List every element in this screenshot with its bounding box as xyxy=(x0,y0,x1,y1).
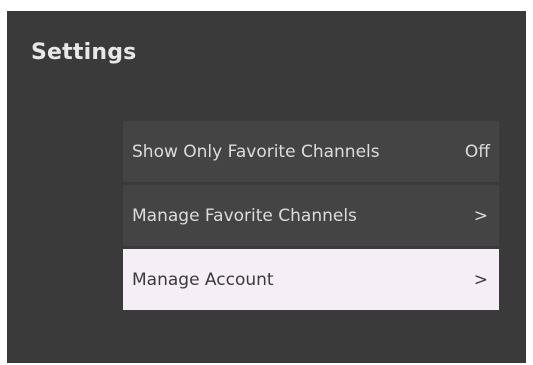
menu-item-label: Manage Favorite Channels xyxy=(132,205,357,226)
menu-item-label: Manage Account xyxy=(132,269,274,290)
setting-value: Off xyxy=(464,141,490,162)
menu-item-manage-favorite-channels[interactable]: Manage Favorite Channels > xyxy=(123,185,499,246)
menu-item-manage-account[interactable]: Manage Account > xyxy=(123,249,499,310)
chevron-right-icon: > xyxy=(473,205,488,226)
settings-menu: Show Only Favorite Channels Off Manage F… xyxy=(123,121,499,313)
menu-item-label: Show Only Favorite Channels xyxy=(132,141,380,162)
settings-screen: Settings Show Only Favorite Channels Off… xyxy=(7,11,526,363)
menu-item-show-only-favorite-channels[interactable]: Show Only Favorite Channels Off xyxy=(123,121,499,182)
page-title: Settings xyxy=(31,40,137,65)
chevron-right-icon: > xyxy=(473,269,488,290)
